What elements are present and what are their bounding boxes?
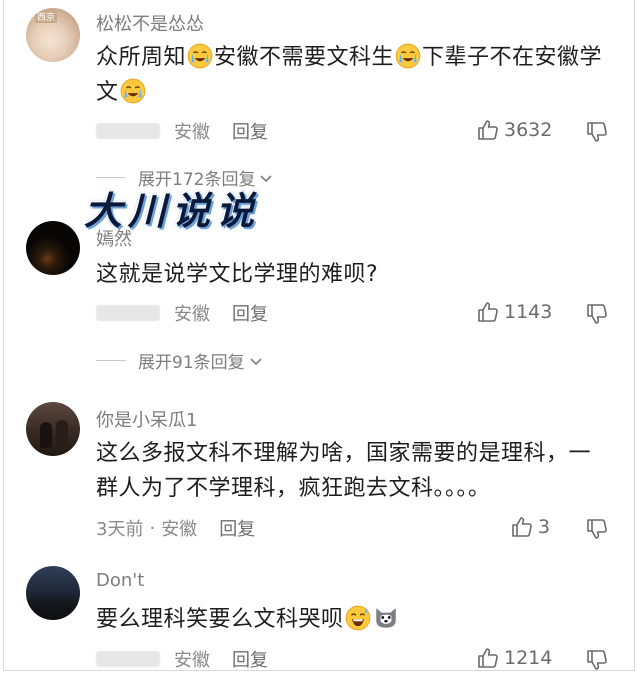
comment-meta: 安徽 回复: [96, 301, 268, 325]
like-count: 1143: [504, 301, 553, 323]
like-button[interactable]: 3: [510, 515, 550, 539]
thumbs-up-icon: [510, 515, 534, 539]
comment-username[interactable]: 你是小呆瓜1: [96, 406, 197, 432]
comment-text: 要么理科笑要么文科哭呗: [96, 602, 611, 637]
reply-button[interactable]: 回复: [232, 300, 268, 326]
blurred-time: [96, 123, 160, 139]
comment-time: 3天前: [96, 519, 144, 540]
comment-item: 嫣然 这就是说学文比学理的难呗? 安徽 回复 1143 展开91条回复: [0, 215, 640, 375]
avatar-figure: [56, 420, 68, 448]
divider-dash: [96, 177, 126, 178]
avatar[interactable]: [26, 566, 80, 620]
comment-location: 安徽: [161, 519, 198, 540]
comment-meta: 安徽 回复: [96, 119, 268, 143]
reply-button[interactable]: 回复: [219, 515, 255, 541]
thumbs-down-icon[interactable]: [585, 302, 609, 326]
comment-item: Don't 要么理科笑要么文科哭呗 安徽 回复 1214: [0, 562, 640, 672]
comment-location: 安徽: [174, 304, 210, 325]
comment-text: 众所周知 安徽不需要文科生 下辈子不在安徽学文: [96, 43, 603, 105]
crying-face-emoji-icon: [187, 43, 213, 69]
thumbs-up-icon: [476, 300, 500, 324]
chevron-down-icon: [250, 357, 262, 365]
comment-item: 你是小呆瓜1 这么多报文科不理解为啥，国家需要的是理科，一群人为了不学理科，疯狂…: [0, 398, 640, 548]
thumbs-down-icon[interactable]: [585, 120, 609, 144]
comment-meta: 安徽 回复: [96, 647, 268, 671]
avatar-figure: [40, 422, 52, 448]
comment-location: 安徽: [174, 122, 210, 143]
comment-username[interactable]: Don't: [96, 570, 144, 591]
thumbs-down-icon[interactable]: [585, 517, 609, 541]
thumbs-up-icon: [476, 646, 500, 670]
chevron-down-icon: [260, 174, 273, 182]
thumbs-up-icon: [476, 118, 500, 142]
comment-text: 这就是说学文比学理的难呗?: [96, 262, 379, 287]
like-button[interactable]: 1214: [476, 646, 552, 670]
reply-button[interactable]: 回复: [232, 646, 268, 672]
comment-meta: 3天前 · 安徽 回复: [96, 515, 255, 541]
like-count: 1214: [504, 647, 553, 669]
comment-text: 这么多报文科不理解为啥，国家需要的是理科，一群人为了不学理科，疯狂跑去文科。。。…: [96, 441, 592, 501]
expand-replies-label: 展开91条回复: [138, 353, 245, 373]
expand-replies-button[interactable]: 展开91条回复: [96, 348, 265, 373]
like-button[interactable]: 3632: [476, 118, 552, 142]
comment-location: 安徽: [174, 650, 210, 671]
reply-button[interactable]: 回复: [232, 118, 268, 144]
comment-username[interactable]: 松松不是怂怂: [96, 10, 204, 36]
like-count: 3: [538, 516, 551, 538]
blurred-time: [96, 651, 160, 667]
like-count: 3632: [504, 119, 553, 141]
comment-username[interactable]: 嫣然: [96, 225, 132, 251]
avatar-badge: 西京: [35, 10, 58, 23]
avatar[interactable]: [26, 402, 80, 456]
thumbs-down-icon[interactable]: [585, 648, 609, 672]
comment-item: 西京 松松不是怂怂 众所周知 安徽不需要文科生 下辈子不在安徽学文 安徽 回复 36…: [0, 0, 640, 190]
avatar[interactable]: 西京: [26, 8, 80, 62]
crying-face-emoji-icon: [395, 43, 421, 69]
crying-face-emoji-icon: [120, 78, 146, 104]
divider-dash: [96, 360, 126, 361]
avatar[interactable]: [26, 221, 80, 275]
like-button[interactable]: 1143: [476, 300, 552, 324]
blurred-time: [96, 305, 160, 321]
husky-dog-emoji-icon: [373, 605, 399, 631]
meta-separator: ·: [149, 517, 156, 539]
laughing-sweat-emoji-icon: [345, 605, 371, 631]
